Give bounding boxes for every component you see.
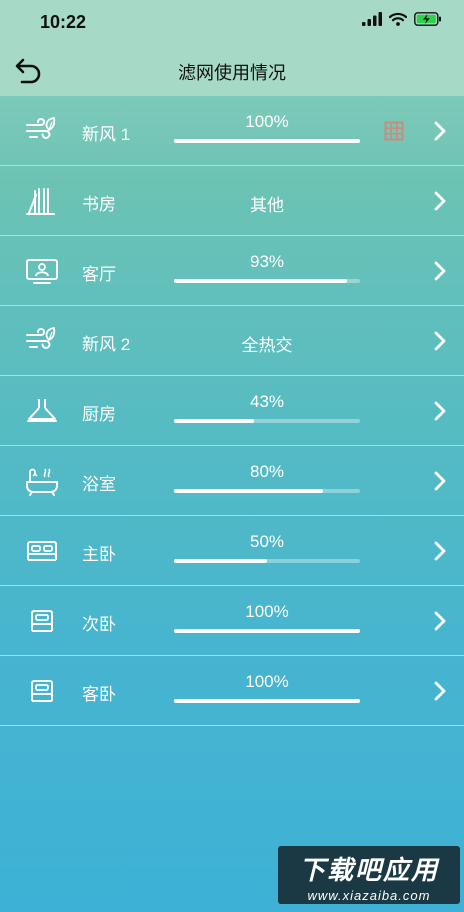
signal-icon (362, 12, 382, 26)
chevron-right-icon (434, 611, 446, 631)
chevron-right-icon (434, 121, 446, 141)
list-item-bathroom[interactable]: 浴室 80% (0, 446, 464, 516)
usage-bar (174, 559, 360, 563)
list-item-study[interactable]: 书房 其他 (0, 166, 464, 236)
status-icons (362, 12, 442, 26)
row-name: 客卧 (82, 685, 116, 704)
row-name: 主卧 (82, 545, 116, 564)
chevron-right-icon (434, 401, 446, 421)
double-bed-icon (27, 541, 57, 561)
usage-bar (174, 629, 360, 633)
range-hood-icon (27, 399, 57, 422)
usage-bar (174, 419, 360, 423)
tv-icon (26, 259, 58, 284)
usage-bar (174, 279, 360, 283)
row-name: 客厅 (82, 265, 116, 284)
usage-percent: 100% (245, 602, 289, 621)
list-item-fresh-air-1[interactable]: 新风 1 100% (0, 96, 464, 166)
usage-percent: 93% (249, 252, 285, 271)
list-item-master-bedroom[interactable]: 主卧 50% (0, 516, 464, 586)
chevron-right-icon (434, 541, 446, 561)
filter-list: 新风 1 100% 书房 其他 客厅 93% 新风 2 全热交 厨房 43% 浴… (0, 96, 464, 726)
chevron-right-icon (434, 681, 446, 701)
page-title: 滤网使用情况 (178, 63, 286, 83)
usage-bar-fill (174, 559, 267, 563)
list-item-guest-bedroom[interactable]: 客卧 100% (0, 656, 464, 726)
watermark-url: www.xiazaiba.com (307, 888, 431, 903)
usage-percent: 80% (249, 462, 285, 481)
usage-bar-fill (174, 629, 360, 633)
single-bed-icon (31, 610, 53, 632)
usage-percent: 100% (245, 672, 289, 691)
usage-bar-fill (174, 279, 347, 283)
row-name: 次卧 (82, 615, 116, 634)
row-name: 书房 (82, 195, 116, 214)
status-bar: 10:22 (0, 0, 464, 44)
usage-bar-fill (174, 489, 323, 493)
status-text: 其他 (250, 196, 284, 215)
chevron-right-icon (434, 191, 446, 211)
single-bed-icon (31, 680, 53, 702)
chevron-right-icon (434, 331, 446, 351)
nav-bar: 滤网使用情况 (0, 44, 464, 96)
row-name: 厨房 (82, 405, 116, 424)
usage-bar-fill (174, 419, 254, 423)
fresh-air-icon (26, 326, 56, 349)
usage-percent: 100% (245, 112, 289, 131)
status-text: 全热交 (241, 336, 293, 355)
battery-charging-icon (414, 12, 441, 26)
usage-percent: 50% (249, 532, 285, 551)
grid-icon[interactable] (384, 121, 404, 141)
usage-bar-fill (174, 139, 360, 143)
row-name: 新风 2 (82, 335, 131, 354)
status-time: 10:22 (40, 12, 87, 32)
wifi-icon (389, 12, 407, 26)
usage-bar (174, 489, 360, 493)
chevron-right-icon (434, 471, 446, 491)
list-item-second-bedroom[interactable]: 次卧 100% (0, 586, 464, 656)
list-item-kitchen[interactable]: 厨房 43% (0, 376, 464, 446)
row-name: 新风 1 (82, 125, 131, 144)
watermark-title: 下载吧应用 (298, 855, 439, 885)
usage-bar-fill (174, 699, 360, 703)
chevron-right-icon (434, 261, 446, 281)
watermark: 下载吧应用 www.xiazaiba.com (278, 846, 460, 904)
bathtub-icon (26, 468, 58, 496)
fresh-air-icon (26, 116, 56, 139)
books-icon (26, 188, 55, 215)
list-item-fresh-air-2[interactable]: 新风 2 全热交 (0, 306, 464, 376)
usage-bar (174, 699, 360, 703)
row-name: 浴室 (82, 475, 116, 494)
usage-bar (174, 139, 360, 143)
list-item-living-room[interactable]: 客厅 93% (0, 236, 464, 306)
usage-percent: 43% (249, 392, 285, 411)
